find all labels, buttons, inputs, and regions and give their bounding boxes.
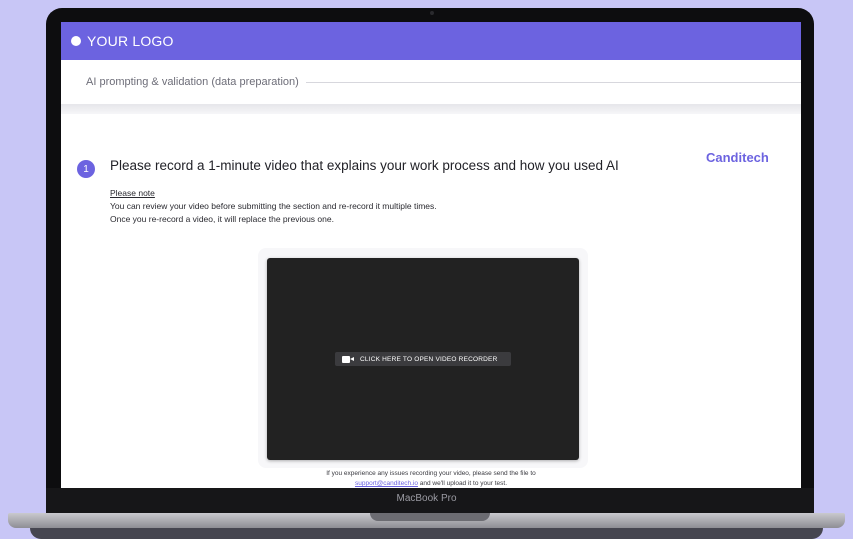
section-shadow [61, 104, 801, 114]
note-title: Please note [110, 188, 155, 198]
open-video-recorder-label: CLICK HERE TO OPEN VIDEO RECORDER [360, 355, 498, 363]
section-header: AI prompting & validation (data preparat… [61, 60, 801, 104]
app-header: YOUR LOGO [61, 22, 801, 60]
device-label: MacBook Pro [396, 493, 457, 504]
section-divider [305, 81, 801, 83]
note-line: You can review your video before submitt… [110, 201, 437, 211]
question-number-badge: 1 [77, 160, 95, 178]
webcam-dot [430, 11, 434, 15]
section-title: AI prompting & validation (data preparat… [86, 76, 299, 88]
video-camera-icon [342, 355, 354, 363]
note-line: Once you re-record a video, it will repl… [110, 214, 334, 224]
brand-logo: Canditech [706, 150, 769, 165]
question-text: Please record a 1-minute video that expl… [110, 158, 619, 173]
laptop-screen: YOUR LOGO AI prompting & validation (dat… [61, 22, 801, 488]
logo-circle-icon [71, 36, 81, 46]
support-email-link[interactable]: support@canditech.io [355, 480, 418, 487]
laptop-base-shadow [30, 528, 823, 539]
logo-text: YOUR LOGO [87, 33, 174, 49]
help-text-line2: support@canditech.io and we'll upload it… [61, 480, 801, 487]
open-video-recorder-button[interactable]: CLICK HERE TO OPEN VIDEO RECORDER [335, 352, 511, 366]
help-text: If you experience any issues recording y… [326, 470, 536, 477]
help-text-rest: and we'll upload it to your test. [417, 480, 507, 487]
question-panel: 1 Please record a 1-minute video that ex… [61, 114, 801, 488]
laptop-notch [370, 513, 490, 521]
